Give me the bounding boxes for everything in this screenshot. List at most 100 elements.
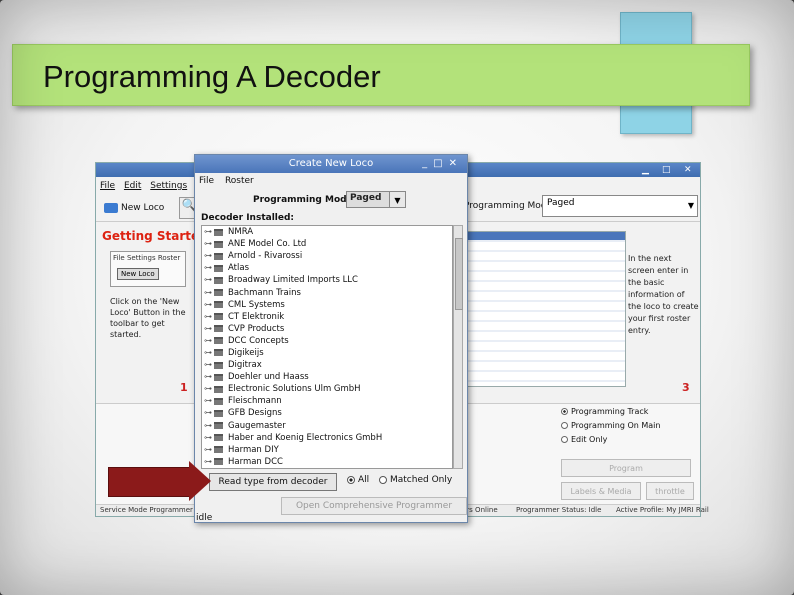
dialog-titlebar: Create New Loco _□✕ xyxy=(195,155,467,173)
folder-icon xyxy=(214,313,223,321)
menu-file[interactable]: File xyxy=(100,181,115,191)
step-number-1: 1 xyxy=(180,381,188,394)
slide: Programming A Decoder ▁ □ ✕ File Edit Se… xyxy=(0,0,794,595)
radio-label: Programming On Main xyxy=(571,421,661,430)
expand-icon[interactable]: ⊶ xyxy=(204,383,214,395)
expand-icon[interactable]: ⊶ xyxy=(204,371,214,383)
close-icon[interactable]: ✕ xyxy=(449,158,463,169)
expand-icon[interactable]: ⊶ xyxy=(204,395,214,407)
list-item[interactable]: ⊶ Doehler und Haass xyxy=(202,371,452,383)
decoder-name: Electronic Solutions Ulm GmbH xyxy=(228,384,361,395)
expand-icon[interactable]: ⊶ xyxy=(204,335,214,347)
close-icon[interactable]: ✕ xyxy=(684,165,692,175)
radio-programming-on-main[interactable]: Programming On Main xyxy=(561,421,660,430)
radio-matched-only[interactable]: Matched Only xyxy=(379,475,452,485)
list-item[interactable]: ⊶ Bachmann Trains xyxy=(202,286,452,298)
expand-icon[interactable]: ⊶ xyxy=(204,432,214,444)
folder-icon xyxy=(214,385,223,393)
list-item[interactable]: ⊶ GFB Designs xyxy=(202,407,452,419)
list-item[interactable]: ⊶ Atlas xyxy=(202,262,452,274)
tree-scrollbar[interactable] xyxy=(453,225,463,469)
list-item[interactable]: ⊶ CT Elektronik xyxy=(202,311,452,323)
labels-media-button[interactable]: Labels & Media xyxy=(561,482,641,500)
folder-icon xyxy=(214,276,223,284)
expand-icon[interactable]: ⊶ xyxy=(204,359,214,371)
expand-icon[interactable]: ⊶ xyxy=(204,226,214,238)
radio-all[interactable]: All xyxy=(347,475,369,485)
list-item[interactable]: ⊶ Harman DIY xyxy=(202,444,452,456)
decoder-name: CT Elektronik xyxy=(228,311,285,322)
radio-selected-icon xyxy=(347,476,355,484)
menu-edit[interactable]: Edit xyxy=(124,181,141,191)
list-item[interactable]: ⊶ Haber and Koenig Electronics GmbH xyxy=(202,432,452,444)
dialog-title: Create New Loco xyxy=(288,158,374,169)
minimize-icon[interactable]: ▁ xyxy=(642,165,649,175)
radio-label: All xyxy=(358,475,370,485)
list-item[interactable]: ⊶ Arnold - Rivarossi xyxy=(202,250,452,262)
expand-icon[interactable]: ⊶ xyxy=(204,311,214,323)
expand-icon[interactable]: ⊶ xyxy=(204,407,214,419)
decoder-name: Digitrax xyxy=(228,360,262,371)
list-item[interactable]: ⊶ Digikeijs xyxy=(202,347,452,359)
expand-icon[interactable]: ⊶ xyxy=(204,299,214,311)
folder-icon xyxy=(214,361,223,369)
list-item[interactable]: ⊶ Electronic Solutions Ulm GmbH xyxy=(202,383,452,395)
expand-icon[interactable]: ⊶ xyxy=(204,274,214,286)
expand-icon[interactable]: ⊶ xyxy=(204,238,214,250)
expand-icon[interactable]: ⊶ xyxy=(204,287,214,299)
list-item[interactable]: ⊶ Digitrax xyxy=(202,359,452,371)
decoder-tree[interactable]: ⊶ NMRA ⊶ ANE Model Co. Ltd ⊶ Arnold - Rivaros… xyxy=(201,225,453,469)
decoder-name: Haber and Koenig Electronics GmbH xyxy=(228,432,383,443)
create-new-loco-dialog: Create New Loco _□✕ File Roster Programm… xyxy=(194,154,468,523)
expand-icon[interactable]: ⊶ xyxy=(204,420,214,432)
dialog-menu-roster[interactable]: Roster xyxy=(225,176,254,186)
list-item[interactable]: ⊶ CML Systems xyxy=(202,299,452,311)
list-item[interactable]: ⊶ Gaugemaster xyxy=(202,420,452,432)
maximize-icon[interactable]: □ xyxy=(433,158,448,169)
program-button[interactable]: Program xyxy=(561,459,691,477)
expand-icon[interactable]: ⊶ xyxy=(204,250,214,262)
radio-icon xyxy=(379,476,387,484)
step-number-3: 3 xyxy=(682,381,690,394)
folder-icon xyxy=(214,325,223,333)
list-item[interactable]: ⊶ NMRA xyxy=(202,226,452,238)
decoder-name: Broadway Limited Imports LLC xyxy=(228,275,358,286)
open-comprehensive-programmer-button[interactable]: Open Comprehensive Programmer xyxy=(281,497,467,515)
expand-icon[interactable]: ⊶ xyxy=(204,262,214,274)
scrollbar-thumb[interactable] xyxy=(455,238,463,310)
list-item[interactable]: ⊶ Harman DCC xyxy=(202,456,452,468)
list-item[interactable]: ⊶ ANE Model Co. Ltd xyxy=(202,238,452,250)
maximize-icon[interactable]: □ xyxy=(662,165,671,175)
radio-edit-only[interactable]: Edit Only xyxy=(561,435,607,444)
chevron-down-icon[interactable]: ▼ xyxy=(389,191,406,208)
new-loco-button[interactable]: New Loco xyxy=(104,199,174,217)
menu-settings[interactable]: Settings xyxy=(150,181,187,191)
programming-mode-select[interactable]: Paged ▼ xyxy=(542,195,698,217)
decoder-name: Digikeijs xyxy=(228,347,264,358)
radio-selected-icon xyxy=(561,408,568,415)
status-mode: Service Mode Programmer xyxy=(100,506,193,514)
radio-icon xyxy=(561,422,568,429)
expand-icon[interactable]: ⊶ xyxy=(204,444,214,456)
expand-icon[interactable]: ⊶ xyxy=(204,323,214,335)
folder-icon xyxy=(214,409,223,417)
list-item[interactable]: ⊶ Fleischmann xyxy=(202,395,452,407)
read-type-from-decoder-button[interactable]: Read type from decoder xyxy=(209,473,337,491)
list-item[interactable]: ⊶ DCC Concepts xyxy=(202,335,452,347)
dialog-menu-file[interactable]: File xyxy=(199,176,214,186)
list-item[interactable]: ⊶ Broadway Limited Imports LLC xyxy=(202,274,452,286)
instruction-text: Click on the 'New Loco' Button in the to… xyxy=(110,297,186,339)
radio-programming-track[interactable]: Programming Track xyxy=(561,407,648,416)
expand-icon[interactable]: ⊶ xyxy=(204,347,214,359)
decoder-installed-label: Decoder Installed: xyxy=(201,213,295,223)
programming-mode-value: Paged xyxy=(547,198,575,208)
slide-title: Programming A Decoder xyxy=(43,59,381,94)
decoder-name: ANE Model Co. Ltd xyxy=(228,239,307,250)
list-item[interactable]: ⊶ CVP Products xyxy=(202,323,452,335)
throttle-button[interactable]: throttle xyxy=(646,482,694,500)
decoder-name: Atlas xyxy=(228,263,249,274)
status-programmer: Programmer Status: Idle xyxy=(516,506,602,514)
decoder-name: Doehler und Haass xyxy=(228,372,309,383)
dialog-menubar: File Roster xyxy=(195,173,467,189)
minimize-icon[interactable]: _ xyxy=(422,158,433,169)
